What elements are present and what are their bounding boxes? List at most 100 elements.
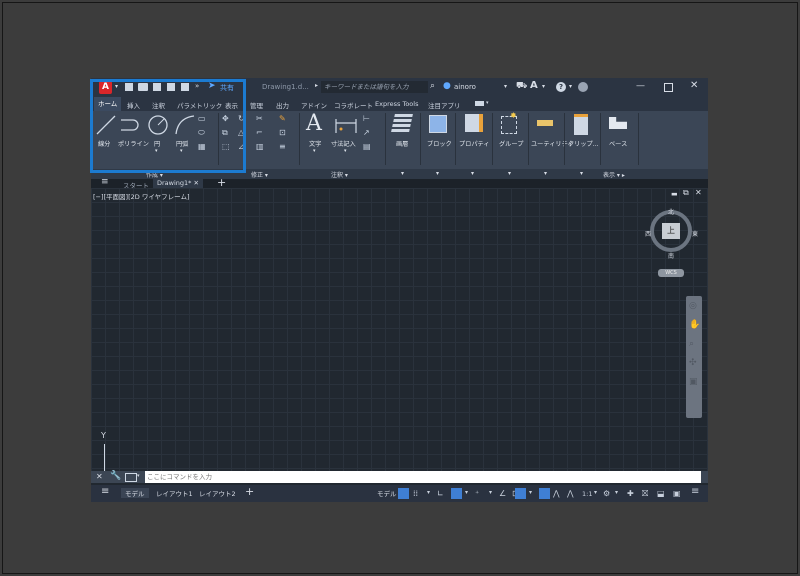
compass-north[interactable]: 北: [668, 207, 674, 216]
auto-scale-icon[interactable]: ⋀: [553, 489, 560, 498]
file-tab-close-icon[interactable]: ✕: [194, 179, 199, 187]
panel-title-modify[interactable]: 修正 ▾: [251, 170, 268, 179]
file-tab-drawing[interactable]: Drawing1* ✕: [153, 179, 203, 188]
panel-title-view[interactable]: 表示 ▾ ▸: [603, 170, 625, 179]
search-input[interactable]: キーワードまたは語句を入力: [321, 81, 428, 93]
trim-icon[interactable]: ✂: [256, 114, 263, 123]
text-icon[interactable]: A: [306, 111, 322, 136]
wcs-menu[interactable]: WCS: [658, 269, 684, 277]
viewcube-top-face[interactable]: 上: [662, 223, 680, 239]
dimension-label[interactable]: 寸法記入: [331, 139, 356, 148]
annotation-monitor-icon[interactable]: ✚: [627, 489, 634, 498]
polar-toggle-icon[interactable]: [451, 488, 462, 499]
snap-chevron-icon[interactable]: ▾: [427, 489, 430, 496]
ribbon-minimize-chevron-icon[interactable]: ▾: [486, 100, 489, 106]
help-icon[interactable]: ?: [556, 82, 566, 92]
tab-manage[interactable]: 管理: [250, 100, 263, 110]
workspace-gear-icon[interactable]: ⚙: [603, 489, 610, 498]
compass-east[interactable]: 東: [692, 229, 698, 238]
menu-icon[interactable]: ≡: [101, 177, 109, 187]
layer-panel-chevron-icon[interactable]: ▾: [401, 170, 404, 177]
block-icon[interactable]: [429, 115, 447, 133]
annotation-scale-value[interactable]: 1:1: [582, 490, 592, 498]
viewport-restore-icon[interactable]: ⧉: [683, 188, 689, 198]
drawing-canvas[interactable]: [−][平面図][2D ワイヤフレーム] ▬ ⧉ ✕ 北 南 東 西 上 WCS…: [91, 188, 708, 471]
polar-chevron-icon[interactable]: ▾: [465, 489, 468, 496]
layer-label[interactable]: 画層: [396, 139, 408, 148]
dimension-chevron-icon[interactable]: ▾: [344, 148, 347, 154]
tab-collaborate[interactable]: コラボレート: [334, 100, 373, 110]
dimension-icon[interactable]: [334, 115, 358, 135]
ortho-icon[interactable]: ∟: [437, 489, 444, 498]
text-label[interactable]: 文字: [309, 139, 321, 148]
model-tab[interactable]: モデル: [121, 488, 149, 498]
clipboard-label[interactable]: クリップ...: [568, 139, 599, 148]
erase-icon[interactable]: ✎: [279, 114, 286, 123]
hardware-accel-icon[interactable]: ▣: [673, 489, 681, 498]
grid-toggle-icon[interactable]: [398, 488, 409, 499]
explode-icon[interactable]: ⊡: [279, 128, 286, 137]
properties-icon[interactable]: [465, 114, 483, 132]
showmotion-icon[interactable]: ▣: [689, 377, 698, 387]
units-icon[interactable]: ⛝: [642, 489, 648, 499]
properties-label[interactable]: プロパティ: [459, 139, 490, 148]
leader-icon[interactable]: ↗: [363, 128, 370, 137]
compass-west[interactable]: 西: [645, 229, 651, 238]
command-customize-icon[interactable]: 🔧: [110, 471, 121, 481]
annotation-scale-icon[interactable]: ⋀: [567, 489, 574, 498]
offset-icon[interactable]: ≡: [279, 142, 286, 151]
tab-express-tools[interactable]: Express Tools: [375, 100, 418, 108]
viewport-minimize-icon[interactable]: ▬: [671, 190, 678, 198]
user-name[interactable]: ainoro: [454, 83, 476, 91]
command-close-icon[interactable]: ✕: [96, 472, 103, 481]
isodraft-icon[interactable]: ⁺: [475, 489, 479, 498]
table-icon[interactable]: ▤: [363, 142, 371, 151]
panel-title-annotation[interactable]: 注釈 ▾: [331, 170, 348, 179]
snap-icon[interactable]: ⁞⁞: [413, 489, 418, 498]
autodesk-app-icon[interactable]: A: [530, 80, 538, 91]
clipboard-icon[interactable]: [574, 114, 588, 135]
properties-panel-chevron-icon[interactable]: ▾: [471, 170, 474, 177]
layout2-tab[interactable]: レイアウト2: [199, 488, 236, 498]
user-icon[interactable]: ●: [443, 81, 451, 91]
steering-wheel-icon[interactable]: ◎: [689, 301, 697, 311]
utility-panel-chevron-icon[interactable]: ▾: [544, 170, 547, 177]
help-chevron-icon[interactable]: ▾: [569, 83, 572, 90]
layer-icon[interactable]: [391, 114, 413, 132]
isodraft-chevron-icon[interactable]: ▾: [489, 489, 492, 496]
user-chevron-icon[interactable]: ▾: [504, 83, 507, 90]
base-icon[interactable]: [609, 117, 627, 129]
command-input[interactable]: [145, 471, 701, 483]
fillet-icon[interactable]: ⌐: [256, 128, 263, 137]
block-panel-chevron-icon[interactable]: ▾: [436, 170, 439, 177]
ribbon-minimize-icon[interactable]: [475, 101, 484, 106]
add-layout-icon[interactable]: +: [245, 485, 254, 498]
customization-menu-icon[interactable]: ≡: [691, 486, 699, 497]
tab-addins[interactable]: アドイン: [301, 100, 327, 110]
measure-icon[interactable]: [537, 120, 553, 126]
workspace-chevron-icon[interactable]: ▾: [615, 489, 618, 496]
block-label[interactable]: ブロック: [427, 139, 452, 148]
zoom-icon[interactable]: ⌕: [689, 339, 694, 349]
annotation-visibility-icon[interactable]: [539, 488, 550, 499]
pan-icon[interactable]: ✋: [689, 320, 700, 330]
layout1-tab[interactable]: レイアウト1: [156, 488, 193, 498]
cart-icon[interactable]: ⛟: [516, 81, 527, 92]
tab-featured-apps[interactable]: 注目アプリ: [428, 100, 461, 110]
lineweight-chevron-icon[interactable]: ▾: [529, 489, 532, 496]
lineweight-toggle-icon[interactable]: [515, 488, 526, 499]
clipboard-panel-chevron-icon[interactable]: ▾: [580, 170, 583, 177]
command-history-icon[interactable]: [125, 473, 137, 482]
orbit-icon[interactable]: ✣: [689, 358, 697, 368]
close-icon[interactable]: ✕: [690, 80, 698, 91]
compass-south[interactable]: 南: [668, 251, 674, 260]
group-label[interactable]: グループ: [499, 139, 523, 148]
command-history-chevron-icon[interactable]: ▾: [137, 473, 140, 479]
maximize-icon[interactable]: [664, 83, 673, 92]
search-icon[interactable]: ⌕: [430, 81, 435, 91]
viewport-close-icon[interactable]: ✕: [695, 188, 702, 197]
app-chevron-icon[interactable]: ▾: [542, 83, 545, 90]
text-chevron-icon[interactable]: ▾: [313, 148, 316, 154]
minimize-icon[interactable]: —: [636, 81, 645, 91]
linear-dim-icon[interactable]: ⊢: [363, 114, 370, 123]
